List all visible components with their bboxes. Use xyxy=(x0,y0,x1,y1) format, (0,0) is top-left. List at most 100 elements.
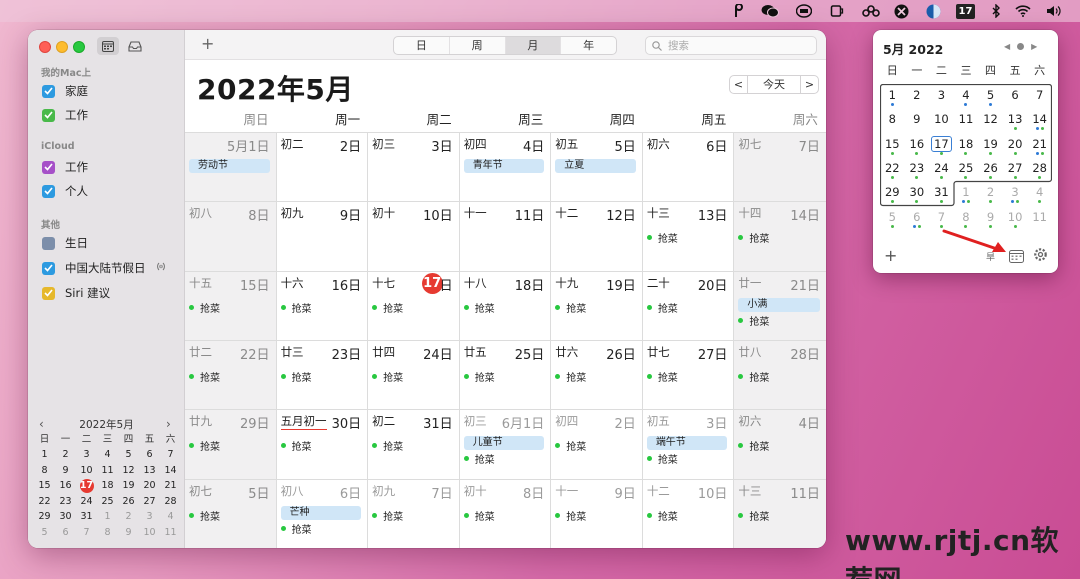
mini-day[interactable]: 26 xyxy=(118,495,139,509)
day-cell[interactable]: 廿五 25日 抢菜 xyxy=(459,340,552,410)
mini-day[interactable]: 9 xyxy=(55,464,76,478)
checkbox-icon[interactable] xyxy=(42,184,55,198)
mini-day[interactable]: 19 xyxy=(118,479,139,493)
popup-day[interactable]: 3 xyxy=(929,86,954,108)
popup-day[interactable]: 26 xyxy=(978,159,1003,181)
checkbox-icon[interactable] xyxy=(42,236,55,250)
calendar-event[interactable]: 抢菜 xyxy=(280,369,312,384)
popup-day[interactable]: 23 xyxy=(905,159,930,181)
popup-day[interactable]: 20 xyxy=(1003,135,1028,157)
mini-day[interactable]: 20 xyxy=(139,479,160,493)
calendar-event[interactable]: 抢菜 xyxy=(555,438,586,453)
day-cell[interactable]: 廿七 27日 抢菜 xyxy=(642,340,735,410)
checkbox-icon[interactable] xyxy=(42,108,55,122)
popup-day[interactable]: 10 xyxy=(929,110,954,132)
popup-day[interactable]: 8 xyxy=(880,110,905,132)
sidebar-item-personal[interactable]: 个人 xyxy=(42,181,88,201)
mini-day[interactable]: 12 xyxy=(118,464,139,478)
keyboard-icon[interactable] xyxy=(796,3,812,19)
calendar-event[interactable]: 抢菜 xyxy=(738,313,769,328)
gear-icon[interactable] xyxy=(1033,247,1048,266)
day-cell[interactable]: 初六 4日 抢菜 xyxy=(734,410,826,479)
mini-day[interactable]: 14 xyxy=(160,464,181,478)
calendar-event[interactable]: 抢菜 xyxy=(463,369,495,384)
calendar-event[interactable]: 抢菜 xyxy=(372,300,403,315)
mini-day[interactable]: 25 xyxy=(97,495,118,509)
mini-day[interactable]: 24 xyxy=(76,495,97,509)
calendar-event[interactable]: 抢菜 xyxy=(555,300,586,315)
popup-next-icon[interactable]: ▶ xyxy=(1031,42,1037,51)
mini-day-today[interactable]: 17 xyxy=(79,479,94,493)
popup-day[interactable]: 6 xyxy=(1003,86,1028,108)
popup-day[interactable]: 5 xyxy=(978,86,1003,108)
mini-day[interactable]: 11 xyxy=(97,464,118,478)
mini-day[interactable]: 29 xyxy=(34,510,55,524)
popup-day[interactable]: 8 xyxy=(954,208,979,230)
popup-day[interactable]: 14 xyxy=(1027,110,1052,132)
popup-day[interactable]: 30 xyxy=(905,183,930,205)
calendar-event[interactable]: 抢菜 xyxy=(463,300,495,315)
popup-day[interactable]: 24 xyxy=(929,159,954,181)
wifi-icon[interactable] xyxy=(1015,3,1031,19)
mini-day[interactable]: 27 xyxy=(139,495,160,509)
day-cell[interactable]: 初二 31日 抢菜 xyxy=(368,410,460,479)
day-cell[interactable]: 初九 9日 xyxy=(276,202,369,271)
mini-day[interactable]: 3 xyxy=(139,510,160,524)
calendar-event[interactable]: 抢菜 xyxy=(646,451,678,466)
calendar-event[interactable]: 抢菜 xyxy=(189,508,220,523)
mini-day[interactable]: 2 xyxy=(118,510,139,524)
day-cell[interactable]: 初二 2日 xyxy=(276,133,369,202)
day-cell[interactable]: 初九 7日 抢菜 xyxy=(368,479,460,548)
popup-prev-icon[interactable]: ◀ xyxy=(1004,42,1010,51)
popup-day[interactable]: 4 xyxy=(954,86,979,108)
holiday-event[interactable]: 小满 xyxy=(738,297,820,312)
day-cell[interactable]: 初十 8日 抢菜 xyxy=(459,479,552,548)
view-day-tab[interactable]: 日 xyxy=(394,37,450,54)
day-cell[interactable]: 十六 16日 抢菜 xyxy=(276,271,369,340)
mini-day[interactable]: 2 xyxy=(55,448,76,462)
mini-day[interactable]: 28 xyxy=(160,495,181,509)
calendar-event[interactable]: 抢菜 xyxy=(555,369,586,384)
mini-day[interactable]: 10 xyxy=(76,464,97,478)
holiday-event[interactable]: 立夏 xyxy=(555,159,636,173)
calendar-event[interactable]: 抢菜 xyxy=(646,369,678,384)
calendar-event[interactable]: 抢菜 xyxy=(738,230,769,245)
mini-day[interactable]: 30 xyxy=(55,510,76,524)
day-cell[interactable]: 初四 2日 抢菜 xyxy=(551,410,643,479)
view-year-tab[interactable]: 年 xyxy=(561,37,616,54)
holiday-event[interactable]: 芒种 xyxy=(280,505,362,520)
popup-day[interactable]: 19 xyxy=(978,135,1003,157)
mini-day[interactable]: 31 xyxy=(76,510,97,524)
mini-day[interactable]: 22 xyxy=(34,495,55,509)
holiday-event[interactable]: 端午节 xyxy=(646,436,728,451)
day-cell[interactable]: 十七 17 日抢菜 xyxy=(368,271,460,340)
day-cell[interactable]: 初六 6日 xyxy=(642,133,735,202)
mini-day[interactable]: 5 xyxy=(118,448,139,462)
calendar-event[interactable]: 抢菜 xyxy=(189,438,220,453)
day-cell[interactable]: 十一 11日 xyxy=(459,202,552,271)
mini-day[interactable]: 1 xyxy=(97,510,118,524)
mini-day[interactable]: 13 xyxy=(139,464,160,478)
sidebar-item-work-icloud[interactable]: 工作 xyxy=(42,157,88,177)
sidebar-item-holidays[interactable]: 中国大陆节假日 xyxy=(42,258,166,278)
mini-day[interactable]: 1 xyxy=(34,448,55,462)
popup-day[interactable]: 21 xyxy=(1027,135,1052,157)
mini-day[interactable]: 3 xyxy=(76,448,97,462)
day-cell[interactable]: 初八 6日 芒种 抢菜 xyxy=(276,479,369,548)
calendar-event[interactable]: 抢菜 xyxy=(372,438,403,453)
day-cell[interactable]: 初七 7日 xyxy=(734,133,826,202)
mini-day[interactable]: 10 xyxy=(139,526,160,540)
day-cell[interactable]: 廿九 29日 抢菜 xyxy=(185,410,277,479)
day-cell[interactable]: 廿六 26日 抢菜 xyxy=(551,340,643,410)
sidebar-item-birthdays[interactable]: 生日 xyxy=(42,233,88,253)
day-cell[interactable]: 初十 10日 xyxy=(368,202,460,271)
day-cell[interactable]: 初三 3日 xyxy=(368,133,460,202)
day-cell[interactable]: 初七 5日 抢菜 xyxy=(185,479,277,548)
popup-day[interactable]: 1 xyxy=(880,86,905,108)
sidebar-item-siri[interactable]: Siri 建议 xyxy=(42,283,110,303)
minimize-window-button[interactable] xyxy=(56,41,68,53)
mini-day[interactable]: 15 xyxy=(34,479,55,493)
p-icon[interactable] xyxy=(731,3,747,19)
popup-day[interactable]: 2 xyxy=(978,183,1003,205)
day-cell[interactable]: 初三 6月1日 儿童节 抢菜 xyxy=(459,410,552,479)
